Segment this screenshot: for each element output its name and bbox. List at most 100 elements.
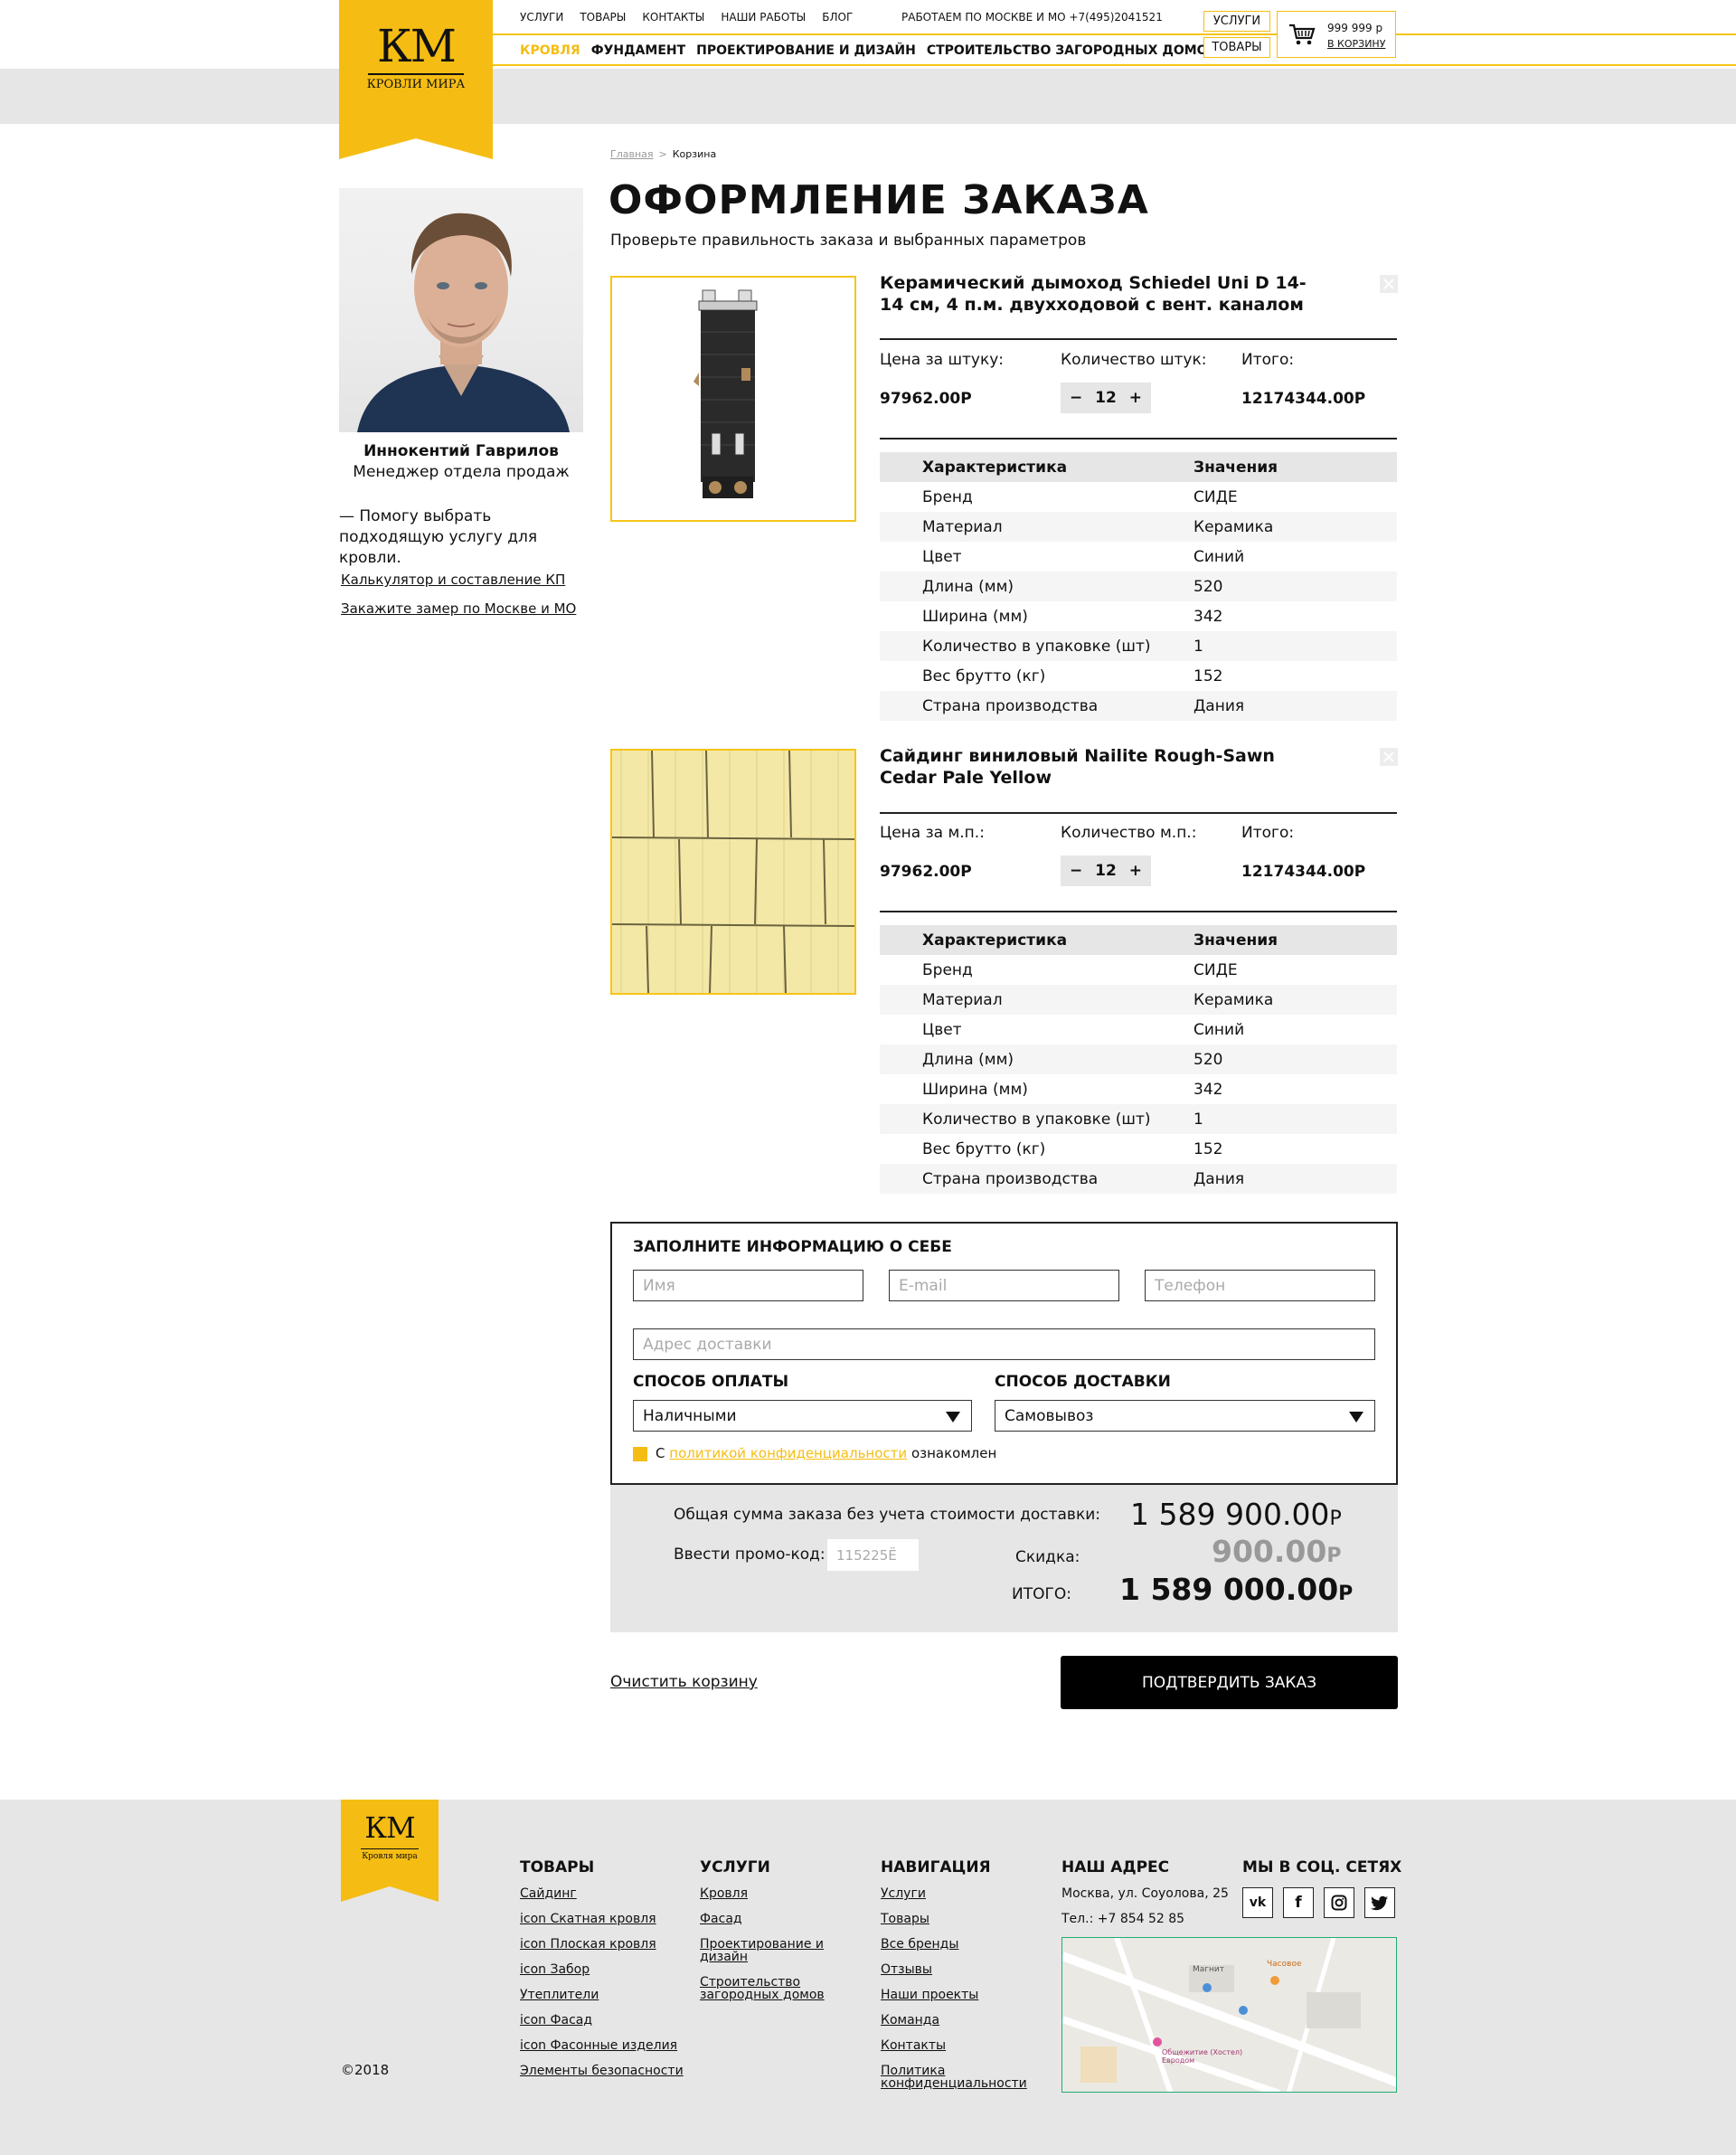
footer-link[interactable]: Услуги	[881, 1887, 1025, 1900]
main-nav-design[interactable]: ПРОЕКТИРОВАНИЕ И ДИЗАЙН	[696, 43, 916, 58]
clear-cart-link[interactable]: Очистить корзину	[610, 1673, 758, 1691]
quantity-stepper[interactable]: − 12 +	[1061, 383, 1151, 413]
top-nav-blog[interactable]: БЛОГ	[822, 11, 853, 24]
product-name[interactable]: Сайдинг виниловый Nailite Rough-Sawn Ced…	[880, 745, 1314, 789]
footer-link[interactable]: Строительство загородных домов	[700, 1976, 826, 2001]
remove-product-icon[interactable]	[1380, 748, 1398, 766]
quantity-stepper[interactable]: − 12 +	[1061, 855, 1151, 886]
header-services-button[interactable]: УСЛУГИ	[1203, 11, 1270, 32]
footer-link[interactable]: icon Фасонные изделия	[520, 2039, 684, 2052]
footer-link[interactable]: Проектирование и дизайн	[700, 1938, 826, 1963]
main-nav-houses[interactable]: СТРОИТЕЛЬСТВО ЗАГОРОДНЫХ ДОМОВ	[927, 43, 1217, 58]
quantity-value[interactable]: 12	[1095, 389, 1117, 407]
spec-value: 1	[1194, 637, 1203, 656]
decrement-button[interactable]: −	[1070, 862, 1082, 880]
policy-checkbox[interactable]	[633, 1447, 647, 1461]
cart-amount: 999 999 р	[1327, 22, 1383, 34]
footer-link[interactable]: Фасад	[700, 1913, 826, 1925]
unit-price: 97962.00Р	[880, 390, 972, 408]
footer-link[interactable]: Все бренды	[881, 1938, 1025, 1951]
spec-row: Цвет Синий	[880, 1015, 1397, 1044]
product-image[interactable]	[610, 749, 856, 995]
measure-order-link[interactable]: Закажите замер по Москве и МО	[341, 600, 576, 617]
page-subtitle: Проверьте правильность заказа и выбранны…	[610, 232, 1087, 250]
cart-link[interactable]: В КОРЗИНУ	[1327, 38, 1385, 50]
spec-header: Характеристика Значения	[880, 452, 1397, 482]
footer-link[interactable]: Политика конфиденциальности	[881, 2065, 1027, 2090]
spec-name: Страна производства	[922, 1169, 1099, 1188]
footer-link[interactable]: Сайдинг	[520, 1887, 684, 1900]
top-nav-contacts[interactable]: КОНТАКТЫ	[642, 11, 704, 24]
footer-link[interactable]: icon Скатная кровля	[520, 1913, 684, 1925]
work-hours: РАБОТАЕМ ПО МОСКВЕ И МО +7(495)2041521	[901, 11, 1163, 24]
main-nav-foundation[interactable]: ФУНДАМЕНТ	[591, 43, 685, 58]
decrement-button[interactable]: −	[1070, 389, 1082, 407]
main-nav-roofing[interactable]: КРОВЛЯ	[520, 43, 580, 58]
breadcrumb-home[interactable]: Главная	[610, 148, 654, 160]
footer-logo[interactable]: КМ Кровля мира	[341, 1800, 439, 1902]
spec-row: Количество в упаковке (шт) 1	[880, 631, 1397, 661]
site-header: КМ КРОВЛИ МИРА УСЛУГИ ТОВАРЫ КОНТАКТЫ НА…	[0, 0, 1736, 159]
policy-text: С политикой конфиденциальности ознакомле…	[656, 1445, 996, 1461]
footer-link[interactable]: icon Фасад	[520, 2014, 684, 2027]
line-total: 12174344.00Р	[1241, 863, 1366, 881]
footer-logo-bar	[361, 1848, 419, 1849]
footer-link[interactable]: Отзывы	[881, 1963, 1025, 1976]
footer-link[interactable]: Команда	[881, 2014, 1025, 2027]
footer-link[interactable]: Наши проекты	[881, 1989, 1025, 2001]
cart-widget[interactable]: 999 999 р В КОРЗИНУ	[1277, 11, 1396, 58]
promo-label: Ввести промо-код:	[674, 1545, 826, 1564]
vk-icon[interactable]: vk	[1242, 1887, 1273, 1918]
spec-row: Цвет Синий	[880, 542, 1397, 572]
footer-logo-letters: КМ	[364, 1810, 416, 1845]
email-field[interactable]	[889, 1270, 1119, 1301]
increment-button[interactable]: +	[1129, 389, 1142, 407]
spec-value: Керамика	[1194, 990, 1274, 1009]
calculator-link[interactable]: Калькулятор и составление КП	[341, 572, 565, 588]
delivery-select[interactable]: Самовывоз	[995, 1400, 1375, 1432]
product-image[interactable]	[610, 276, 856, 522]
instagram-icon[interactable]	[1324, 1887, 1354, 1918]
twitter-icon[interactable]	[1364, 1887, 1395, 1918]
footer-link[interactable]: Элементы безопасности	[520, 2065, 684, 2077]
footer-link[interactable]: icon Забор	[520, 1963, 684, 1976]
top-nav-goods[interactable]: ТОВАРЫ	[580, 11, 626, 24]
spec-header-value: Значения	[1194, 931, 1278, 950]
spec-value: 152	[1194, 666, 1223, 685]
increment-button[interactable]: +	[1129, 862, 1142, 880]
main-nav: КРОВЛЯ ФУНДАМЕНТ ПРОЕКТИРОВАНИЕ И ДИЗАЙН…	[520, 43, 1217, 58]
site-logo[interactable]: КМ КРОВЛИ МИРА	[339, 0, 493, 159]
divider	[880, 438, 1397, 440]
spec-name: Ширина (мм)	[922, 1080, 1028, 1099]
spec-value: 152	[1194, 1139, 1223, 1158]
footer-link[interactable]: Кровля	[700, 1887, 826, 1900]
payment-select[interactable]: Наличными	[633, 1400, 972, 1432]
promo-code-input[interactable]	[827, 1539, 919, 1571]
address-field[interactable]	[633, 1328, 1375, 1360]
facebook-icon[interactable]: f	[1283, 1887, 1314, 1918]
spec-name: Бренд	[922, 487, 973, 506]
top-nav-services[interactable]: УСЛУГИ	[520, 11, 563, 24]
footer-link[interactable]: Товары	[881, 1913, 1025, 1925]
footer-link[interactable]: Контакты	[881, 2039, 1025, 2052]
grand-total-value: 1 589 000.00Р	[1119, 1572, 1353, 1607]
quantity-value[interactable]: 12	[1095, 862, 1117, 880]
footer-navigation: НАВИГАЦИЯ Услуги Товары Все бренды Отзыв…	[881, 1858, 1027, 2103]
header-goods-button[interactable]: ТОВАРЫ	[1203, 37, 1270, 58]
footer-link[interactable]: Утеплители	[520, 1989, 684, 2001]
phone-field[interactable]	[1145, 1270, 1375, 1301]
remove-product-icon[interactable]	[1380, 275, 1398, 293]
spec-header-name: Характеристика	[922, 458, 1068, 477]
spec-name: Цвет	[922, 547, 962, 566]
location-map[interactable]: Магнит Часовое Общежитие (Хостел) Евродо…	[1061, 1937, 1397, 2093]
footer-address-text: Москва, ул. Соуолова, 25	[1061, 1886, 1229, 1901]
confirm-order-button[interactable]: ПОДТВЕРДИТЬ ЗАКАЗ	[1061, 1656, 1398, 1709]
discount-amount: 900.00	[1212, 1534, 1327, 1569]
product-name[interactable]: Керамический дымоход Schiedel Uni D 14-1…	[880, 272, 1314, 316]
spec-name: Бренд	[922, 960, 973, 979]
spec-header-name: Характеристика	[922, 931, 1068, 950]
top-nav-works[interactable]: НАШИ РАБОТЫ	[721, 11, 806, 24]
name-field[interactable]	[633, 1270, 863, 1301]
footer-link[interactable]: icon Плоская кровля	[520, 1938, 684, 1951]
policy-link[interactable]: политикой конфиденциальности	[669, 1445, 907, 1461]
